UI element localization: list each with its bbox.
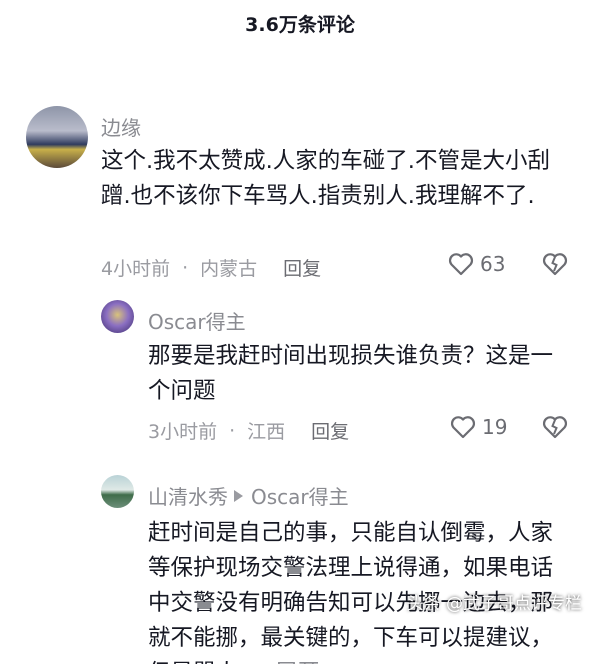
like-count: 19 <box>482 415 508 439</box>
comments-header: 3.6万条评论 <box>0 0 600 46</box>
like-button[interactable]: 63 <box>448 252 505 276</box>
separator-dot: · <box>229 419 236 442</box>
avatar[interactable] <box>101 300 134 333</box>
heart-icon <box>450 416 476 439</box>
reply-header: 山清水秀 Oscar得主 <box>148 481 349 510</box>
avatar[interactable] <box>26 106 88 168</box>
dislike-button[interactable] <box>542 415 568 443</box>
separator-dot: · <box>182 256 189 279</box>
like-count: 63 <box>480 252 506 276</box>
watermark: 头条 @武子哥点评专栏 <box>406 594 582 614</box>
expand-label[interactable]: 展开 <box>275 660 320 664</box>
comment-text: 这个.我不太赞成.人家的车碰了.不管是大小刮蹭.也不该你下车骂人.指责别人.我理… <box>101 148 550 209</box>
comment-author[interactable]: 边缘 <box>101 112 141 141</box>
avatar[interactable] <box>101 475 134 508</box>
expand-link[interactable]: … 展开 <box>245 660 320 664</box>
reply-target[interactable]: Oscar得主 <box>251 481 349 510</box>
comment-text: 那要是我赶时间出现损失谁负责？这是一个问题 <box>148 343 554 404</box>
reply-button[interactable]: 回复 <box>311 417 349 444</box>
comment-author[interactable]: Oscar得主 <box>148 306 246 335</box>
like-button[interactable]: 19 <box>450 415 507 439</box>
heart-icon <box>448 253 474 276</box>
comment-location: 内蒙古 <box>200 258 258 280</box>
broken-heart-icon <box>542 253 568 276</box>
comment-meta: 4小时前 · 内蒙古 回复 <box>101 254 321 281</box>
comment-count-title: 3.6万条评论 <box>245 13 355 36</box>
triangle-right-icon <box>234 489 243 502</box>
comment-time: 3小时前 <box>148 421 218 443</box>
comment-location: 江西 <box>247 421 286 443</box>
comment-meta: 3小时前 · 江西 回复 <box>148 417 349 444</box>
broken-heart-icon <box>542 416 568 439</box>
comment-time: 4小时前 <box>101 258 171 280</box>
dislike-button[interactable] <box>542 252 568 280</box>
comment-author[interactable]: 山清水秀 <box>148 481 228 510</box>
reply-button[interactable]: 回复 <box>283 254 321 281</box>
